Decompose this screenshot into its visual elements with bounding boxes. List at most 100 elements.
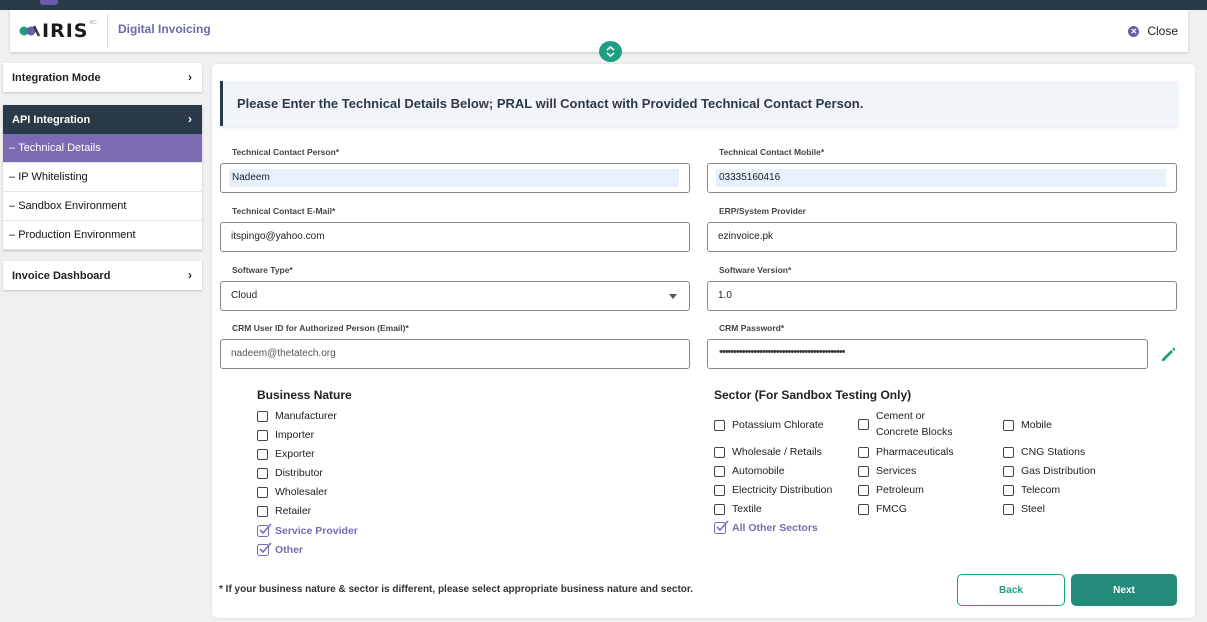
checkbox-importer[interactable]: Importer <box>257 429 314 441</box>
sidebar-item-label: Technical Details <box>18 142 101 154</box>
checkbox-label: Exporter <box>275 448 315 460</box>
edit-pencil-icon[interactable] <box>1159 345 1177 363</box>
business-nature-title: Business Nature <box>257 388 352 402</box>
checkbox-label: Petroleum <box>876 484 924 496</box>
checkbox-retailer[interactable]: Retailer <box>257 505 311 517</box>
checkbox-automobile[interactable]: Automobile <box>714 465 785 477</box>
logo-reg-mark: RC <box>89 20 97 26</box>
checkbox-box <box>714 419 725 431</box>
checkbox-label: Mobile <box>1021 419 1052 431</box>
top-bar-mark <box>40 0 58 5</box>
checkbox-label: Services <box>876 465 917 477</box>
sidebar-item-ip-whitelisting[interactable]: – IP Whitelisting <box>3 163 202 192</box>
checkbox-label: Manufacturer <box>275 410 337 422</box>
sidebar-item-sandbox-environment[interactable]: – Sandbox Environment <box>3 192 202 221</box>
field-value: 1.0 <box>718 290 732 301</box>
crm-password-field[interactable]: CRM Password* ••••••••••••••••••••••••••… <box>707 323 1148 369</box>
checkbox-label: Distributor <box>275 467 323 479</box>
iris-logo-icon <box>19 25 40 37</box>
crm-user-id-field[interactable]: CRM User ID for Authorized Person (Email… <box>220 323 690 369</box>
chevron-right-icon: › <box>188 70 192 84</box>
checkbox-mobile[interactable]: Mobile <box>1003 419 1052 431</box>
sidebar-item-integration-mode[interactable]: Integration Mode › <box>3 63 202 92</box>
sidebar-item-prefix: – <box>9 142 19 154</box>
checkbox-cng-stations[interactable]: CNG Stations <box>1003 446 1085 458</box>
sidebar-item-production-environment[interactable]: – Production Environment <box>3 221 202 250</box>
field-value: ezinvoice.pk <box>718 231 774 242</box>
checkbox-label: Other <box>275 544 304 556</box>
checkbox-box <box>858 503 869 515</box>
collapse-toggle-button[interactable] <box>599 41 622 62</box>
sidebar-item-invoice-dashboard[interactable]: Invoice Dashboard › <box>3 261 202 290</box>
checkbox-label: Wholesaler <box>275 486 328 498</box>
checkbox-gas-distribution[interactable]: Gas Distribution <box>1003 465 1096 477</box>
checkbox-telecom[interactable]: Telecom <box>1003 484 1060 496</box>
checkbox-box <box>858 484 869 496</box>
technical-contact-email-field[interactable]: Technical Contact E-Mail* itspingo@yahoo… <box>220 206 690 252</box>
checkbox-box <box>257 486 268 498</box>
checkbox-services[interactable]: Services <box>858 465 916 477</box>
checkbox-label: Potassium Chlorate <box>732 419 824 431</box>
checkbox-potassium-chlorate[interactable]: Potassium Chlorate <box>714 419 824 431</box>
checkbox-wholesale-retails[interactable]: Wholesale / Retails <box>714 446 822 458</box>
app-header: IRIS RC Digital Invoicing ✕ Close <box>10 10 1188 52</box>
checkbox-service-provider[interactable]: Service Provider <box>257 523 358 538</box>
autofill-highlight <box>716 169 1166 187</box>
checkbox-pharmaceuticals[interactable]: Pharmaceuticals <box>858 446 954 458</box>
checkbox-cement-concrete-blocks[interactable]: Cement or Concrete Blocks <box>858 408 968 440</box>
checkbox-distributor[interactable]: Distributor <box>257 467 323 479</box>
sidebar-item-technical-details[interactable]: – Technical Details <box>3 134 202 163</box>
footnote: * If your business nature & sector is di… <box>219 584 694 595</box>
sidebar-item-api-integration[interactable]: API Integration › <box>3 105 202 134</box>
technical-details-panel: Please Enter the Technical Details Below… <box>212 64 1195 618</box>
checkbox-label: Textile <box>732 503 762 515</box>
checkbox-petroleum[interactable]: Petroleum <box>858 484 924 496</box>
back-button[interactable]: Back <box>957 574 1065 606</box>
close-button[interactable]: ✕ Close <box>1128 24 1178 38</box>
software-version-field[interactable]: Software Version* 1.0 <box>707 265 1177 311</box>
logo-text: IRIS <box>42 20 89 42</box>
close-label: Close <box>1147 24 1178 38</box>
checkbox-box <box>858 418 869 430</box>
technical-contact-person-field[interactable]: Technical Contact Person* Nadeem <box>220 147 690 193</box>
checkbox-textile[interactable]: Textile <box>714 503 762 515</box>
password-mask: ••••••••••••••••••••••••••••••••••••••••… <box>719 346 845 358</box>
checkbox-box <box>858 446 869 458</box>
checkbox-all-other-sectors[interactable]: All Other Sectors <box>714 520 818 535</box>
software-type-select[interactable]: Software Type* Cloud <box>220 265 690 311</box>
checkbox-manufacturer[interactable]: Manufacturer <box>257 410 337 422</box>
checkbox-box <box>714 484 725 496</box>
checkbox-exporter[interactable]: Exporter <box>257 448 315 460</box>
checkbox-electricity-distribution[interactable]: Electricity Distribution <box>714 484 832 496</box>
sidebar: Integration Mode › API Integration › – T… <box>3 63 202 290</box>
checkbox-other[interactable]: Other <box>257 542 304 557</box>
next-button[interactable]: Next <box>1071 574 1177 606</box>
sidebar-item-prefix: – <box>9 229 19 241</box>
sidebar-item-label: Integration Mode <box>12 71 101 84</box>
checkbox-box <box>1003 465 1014 477</box>
instruction-banner: Please Enter the Technical Details Below… <box>220 81 1178 126</box>
checkbox-steel[interactable]: Steel <box>1003 503 1045 515</box>
field-label: Software Version* <box>717 265 794 275</box>
top-bar <box>0 0 1207 10</box>
sidebar-group-api-integration: API Integration › – Technical Details – … <box>3 105 202 250</box>
sidebar-item-label: Sandbox Environment <box>18 200 127 212</box>
sidebar-item-label: Production Environment <box>18 229 136 241</box>
checkbox-fmcg[interactable]: FMCG <box>858 503 907 515</box>
checkbox-label: CNG Stations <box>1021 446 1086 458</box>
expand-collapse-icon <box>606 46 615 57</box>
checkbox-checked-icon <box>257 523 272 537</box>
checkbox-box <box>714 503 725 515</box>
sidebar-item-prefix: – <box>9 171 19 183</box>
checkbox-label: Pharmaceuticals <box>876 446 954 458</box>
checkbox-wholesaler[interactable]: Wholesaler <box>257 486 328 498</box>
sidebar-item-label: Invoice Dashboard <box>12 269 111 282</box>
erp-system-provider-field[interactable]: ERP/System Provider ezinvoice.pk <box>707 206 1177 252</box>
checkbox-box <box>257 505 268 517</box>
sector-title: Sector (For Sandbox Testing Only) <box>714 388 912 402</box>
technical-contact-mobile-field[interactable]: Technical Contact Mobile* 03335160416 <box>707 147 1177 193</box>
field-label: Technical Contact Mobile* <box>717 147 827 157</box>
field-value: itspingo@yahoo.com <box>231 231 325 242</box>
iris-logo: IRIS RC <box>18 20 97 42</box>
app-title: Digital Invoicing <box>118 22 211 36</box>
